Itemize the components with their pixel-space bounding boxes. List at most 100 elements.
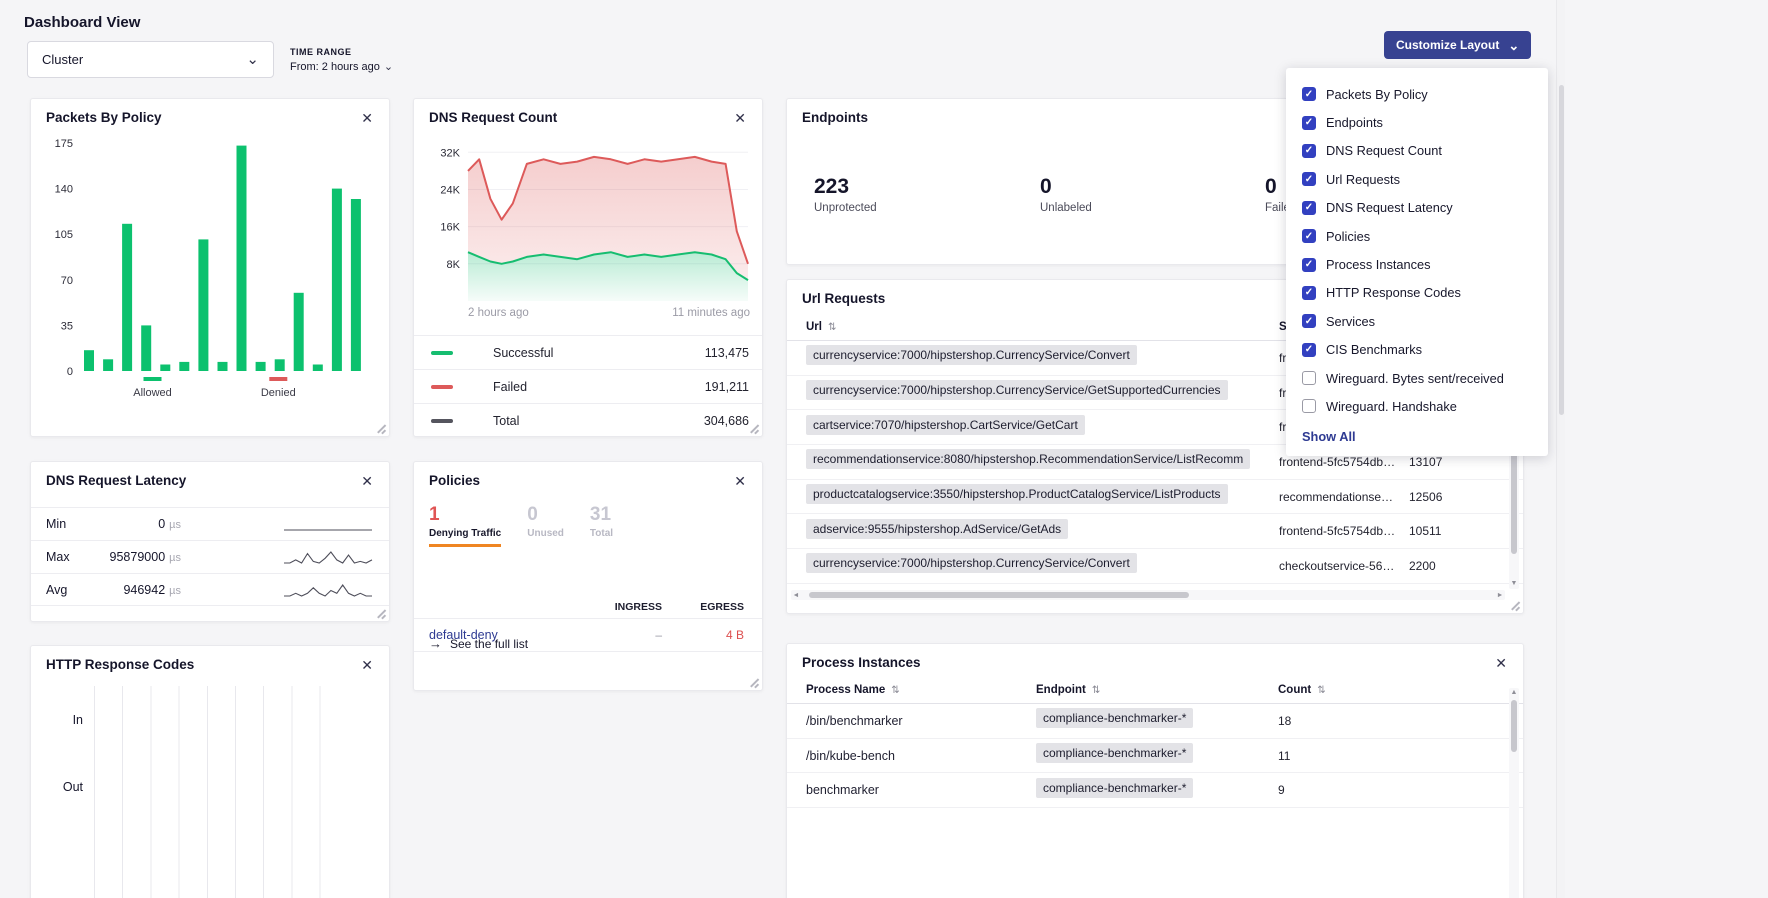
scroll-right-icon[interactable]: ► (1495, 592, 1505, 599)
latency-value: 0µs (96, 517, 181, 531)
see-full-list-label: See the full list (450, 637, 528, 651)
layout-menu-item-services[interactable]: ✓Services (1286, 307, 1548, 335)
time-range-label: TIME RANGE (290, 47, 393, 57)
layout-menu-item-endpoints[interactable]: ✓ Endpoints (1286, 108, 1548, 136)
layout-menu-item-label: Packets By Policy (1326, 87, 1428, 102)
dns-request-count-legend: Successful 113,475 Failed 191,211 Total … (414, 335, 762, 437)
process-name-cell: /bin/kube-bench (806, 749, 1036, 763)
horizontal-scrollbar[interactable]: ◄ ► (791, 590, 1505, 600)
legend-value: 191,211 (705, 380, 749, 394)
layout-menu-item-process-instances[interactable]: ✓Process Instances (1286, 250, 1548, 278)
svg-text:70: 70 (61, 275, 73, 287)
layout-menu-item-label: Wireguard. Bytes sent/received (1326, 371, 1504, 386)
checkbox-icon[interactable]: ✓ (1302, 87, 1316, 101)
http-response-codes-chart (94, 686, 348, 898)
layout-menu-item-label: Policies (1326, 229, 1370, 244)
layout-menu-item-packets-by-policy[interactable]: ✓ Packets By Policy (1286, 80, 1548, 108)
layout-menu-items: ✓ Packets By Policy ✓ Endpoints ✓DNS Request… (1286, 80, 1548, 421)
policies-tab-total[interactable]: 31 Total (590, 504, 613, 547)
checkbox-icon[interactable] (1302, 371, 1316, 385)
http-row-label-out: Out (51, 780, 83, 794)
url-cell: currencyservice:7000/hipstershop.Currenc… (806, 380, 1279, 405)
checkbox-icon[interactable]: ✓ (1302, 286, 1316, 300)
process-instance-row[interactable]: /bin/benchmarkercompliance-benchmarker-*… (787, 704, 1523, 739)
layout-menu-item-wireguard-handshake[interactable]: Wireguard. Handshake (1286, 392, 1548, 420)
column-header-process-name[interactable]: Process Name ⇅ (806, 684, 1036, 696)
layout-menu-item-label: CIS Benchmarks (1326, 342, 1422, 357)
scrollbar-thumb[interactable] (809, 592, 1189, 598)
layout-menu-item-cis-benchmarks[interactable]: ✓ CIS Benchmarks (1286, 336, 1548, 364)
close-icon[interactable]: ✕ (1493, 655, 1509, 671)
column-header-endpoint[interactable]: Endpoint ⇅ (1036, 684, 1278, 696)
tab-count: 31 (590, 504, 613, 526)
scrollbar-thumb[interactable] (1511, 700, 1517, 752)
count-cell: 18 (1278, 714, 1499, 728)
close-icon[interactable]: ✕ (732, 110, 748, 126)
scrollbar-thumb[interactable] (1559, 85, 1564, 415)
policies-tabs: 1Denying Traffic 0Unused 31 Total (429, 504, 613, 547)
checkbox-icon[interactable]: ✓ (1302, 229, 1316, 243)
scroll-up-icon[interactable]: ▲ (1511, 688, 1518, 698)
process-instance-row[interactable]: benchmarkercompliance-benchmarker-*9 (787, 773, 1523, 808)
resize-handle-icon[interactable] (749, 677, 759, 687)
close-icon[interactable]: ✕ (359, 110, 375, 126)
chevron-down-icon: ⌄ (246, 55, 259, 65)
legend-swatch (431, 351, 453, 355)
time-range-value[interactable]: From: 2 hours ago ⌄ (290, 61, 393, 73)
layout-menu-item-policies[interactable]: ✓ Policies (1286, 222, 1548, 250)
checkbox-icon[interactable]: ✓ (1302, 144, 1316, 158)
x-label-start: 2 hours ago (468, 307, 529, 319)
layout-menu-item-url-requests[interactable]: ✓Url Requests (1286, 165, 1548, 193)
layout-menu-item-wireguard-bytes-sent-received[interactable]: Wireguard. Bytes sent/received (1286, 364, 1548, 392)
latency-label: Max (46, 550, 96, 564)
process-instance-row[interactable]: /bin/kube-benchcompliance-benchmarker-*1… (787, 739, 1523, 774)
tab-label: Total (590, 528, 613, 539)
checkbox-icon[interactable] (1302, 399, 1316, 413)
column-header-count[interactable]: Count ⇅ (1278, 684, 1499, 696)
close-icon[interactable]: ✕ (359, 657, 375, 673)
column-header-egress[interactable]: EGRESS (662, 601, 744, 613)
dns-request-count-chart: 8K16K24K32K (422, 133, 758, 311)
endpoint-pill: compliance-benchmarker-* (1036, 778, 1193, 798)
resize-handle-icon[interactable] (749, 423, 759, 433)
customize-layout-button[interactable]: Customize Layout ⌄ (1384, 31, 1531, 59)
show-all-link[interactable]: Show All (1286, 421, 1548, 446)
svg-text:24K: 24K (440, 185, 460, 197)
see-full-list-link[interactable]: → See the full list (429, 636, 528, 651)
policy-ingress-value: – (577, 628, 662, 642)
checkbox-icon[interactable]: ✓ (1302, 314, 1316, 328)
url-request-row[interactable]: adservice:9555/hipstershop.AdService/Get… (787, 514, 1523, 549)
card-title: Endpoints (802, 110, 868, 125)
close-icon[interactable]: ✕ (732, 473, 748, 489)
resize-handle-icon[interactable] (1510, 600, 1520, 610)
card-process-instances: Process Instances ✕ Process Name ⇅ Endpo… (786, 643, 1524, 898)
close-icon[interactable]: ✕ (359, 473, 375, 489)
layout-menu-item-dns-request-latency[interactable]: ✓DNS Request Latency (1286, 194, 1548, 222)
checkbox-icon[interactable]: ✓ (1302, 172, 1316, 186)
checkbox-icon[interactable]: ✓ (1302, 116, 1316, 130)
vertical-scrollbar[interactable]: ▲ (1509, 688, 1519, 898)
layout-menu-item-http-response-codes[interactable]: ✓HTTP Response Codes (1286, 279, 1548, 307)
scroll-down-icon[interactable]: ▼ (1511, 579, 1518, 589)
policies-tab-denying-traffic[interactable]: 1Denying Traffic (429, 504, 501, 547)
count-cell: 2200 (1409, 559, 1499, 573)
svg-text:140: 140 (55, 184, 73, 196)
url-request-row[interactable]: productcatalogservice:3550/hipstershop.P… (787, 480, 1523, 515)
resize-handle-icon[interactable] (376, 423, 386, 433)
page-scrollbar[interactable] (1556, 0, 1565, 898)
checkbox-icon[interactable]: ✓ (1302, 343, 1316, 357)
checkbox-icon[interactable]: ✓ (1302, 258, 1316, 272)
view-scope-select[interactable]: Cluster ⌄ (27, 41, 274, 78)
card-title: DNS Request Count (429, 110, 557, 125)
layout-menu-item-label: Endpoints (1326, 115, 1383, 130)
customize-layout-menu: ✓ Packets By Policy ✓ Endpoints ✓DNS Request… (1286, 68, 1548, 456)
policies-tab-unused[interactable]: 0Unused (527, 504, 564, 547)
layout-menu-item-dns-request-count[interactable]: ✓DNS Request Count (1286, 137, 1548, 165)
scroll-left-icon[interactable]: ◄ (791, 592, 801, 599)
resize-handle-icon[interactable] (376, 608, 386, 618)
dns-latency-table: Min 0µs Max 95879000µs Avg 946942µs (31, 507, 389, 606)
checkbox-icon[interactable]: ✓ (1302, 201, 1316, 215)
url-request-row[interactable]: currencyservice:7000/hipstershop.Currenc… (787, 549, 1523, 584)
column-header-ingress[interactable]: INGRESS (577, 601, 662, 613)
column-header-url[interactable]: Url ⇅ (806, 321, 1279, 333)
